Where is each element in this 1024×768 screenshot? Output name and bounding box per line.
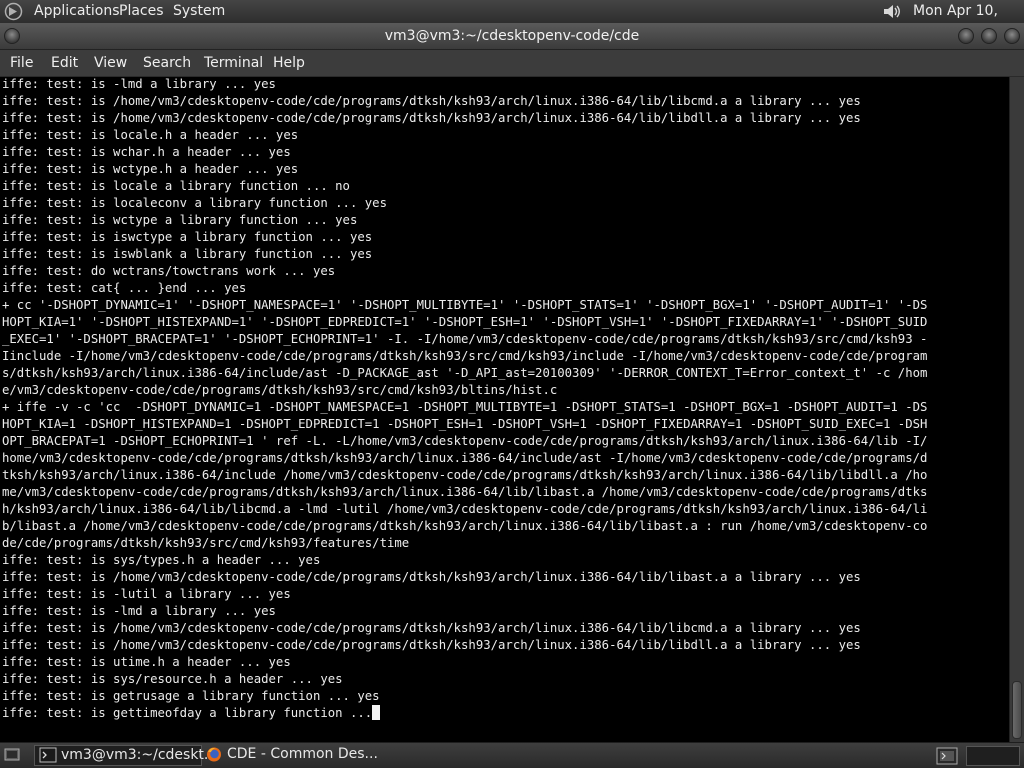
terminal-line: de/cde/programs/dtksh/ksh93/src/cmd/ksh9… [2, 536, 410, 550]
terminal-line: iffe: test: is iswblank a library functi… [2, 247, 373, 261]
terminal-line: iffe: test: is sys/types.h a header ... … [2, 553, 321, 567]
task-label: CDE - Common Des... [227, 746, 378, 762]
menu-help[interactable]: Help [273, 50, 305, 76]
task-label: vm3@vm3:~/cdeskt... [61, 747, 218, 763]
terminal-icon [39, 747, 57, 763]
terminal-line: iffe: test: is locale a library function… [2, 179, 350, 193]
window-titlebar[interactable]: vm3@vm3:~/cdesktopenv-code/cde [0, 23, 1024, 50]
terminal-line: iffe: test: do wctrans/towctrans work ..… [2, 264, 336, 278]
terminal-line: _EXEC=1' '-DSHOPT_BRACEPAT=1' '-DSHOPT_E… [2, 332, 928, 346]
close-icon[interactable] [1004, 28, 1020, 44]
scrollbar-thumb[interactable] [1012, 681, 1022, 739]
terminal-line: iffe: test: is -lutil a library ... yes [2, 587, 291, 601]
terminal-cursor [372, 705, 381, 720]
minimize-icon[interactable] [958, 28, 974, 44]
terminal-line: tksh/ksh93/arch/linux.i386-64/include /h… [2, 468, 928, 482]
window-title: vm3@vm3:~/cdesktopenv-code/cde [384, 28, 640, 44]
terminal-line: h/ksh93/arch/linux.i386-64/lib/libcmd.a … [2, 502, 928, 516]
terminal-line: iffe: test: is /home/vm3/cdesktopenv-cod… [2, 94, 861, 108]
places-menu[interactable]: Places [119, 2, 164, 21]
gnome-logo-icon[interactable] [4, 2, 23, 21]
terminal-line: s/dtksh/ksh93/arch/linux.i386-64/include… [2, 366, 928, 380]
menu-file[interactable]: File [10, 50, 33, 76]
terminal-line: b/libast.a /home/vm3/cdesktopenv-code/cd… [2, 519, 928, 533]
terminal-line: iffe: test: is /home/vm3/cdesktopenv-cod… [2, 621, 861, 635]
terminal-line: Iinclude -I/home/vm3/cdesktopenv-code/cd… [2, 349, 928, 363]
terminal-line: iffe: test: is -lmd a library ... yes [2, 77, 276, 91]
terminal-line: iffe: test: is utime.h a header ... yes [2, 655, 291, 669]
workspace-pager[interactable] [966, 746, 1020, 766]
menu-terminal[interactable]: Terminal [204, 50, 263, 76]
terminal-line: + cc '-DSHOPT_DYNAMIC=1' '-DSHOPT_NAMESP… [2, 298, 928, 312]
terminal-scrollbar[interactable] [1009, 77, 1024, 742]
terminal-line: me/vm3/cdesktopenv-code/cde/programs/dtk… [2, 485, 928, 499]
terminal-line: iffe: test: is -lmd a library ... yes [2, 604, 276, 618]
terminal-line: HOPT_KIA=1' '-DSHOPT_HISTEXPAND=1' '-DSH… [2, 315, 928, 329]
terminal-line: iffe: test: is wctype a library function… [2, 213, 358, 227]
terminal-line: HOPT_KIA=1 -DSHOPT_HISTEXPAND=1 -DSHOPT_… [2, 417, 928, 431]
menu-search[interactable]: Search [143, 50, 191, 76]
terminal-line: iffe: test: cat{ ... }end ... yes [2, 281, 247, 295]
terminal-line: iffe: test: is gettimeofday a library fu… [2, 705, 1007, 722]
terminal-line: iffe: test: is /home/vm3/cdesktopenv-cod… [2, 570, 861, 584]
bottom-taskbar: vm3@vm3:~/cdeskt... CDE - Common Des... [0, 742, 1024, 768]
workspace-switcher-icon[interactable] [936, 747, 958, 765]
terminal-output: iffe: test: is -lmd a library ... yes iff… [2, 77, 1007, 742]
terminal-line: iffe: test: is sys/resource.h a header .… [2, 672, 343, 686]
firefox-icon [207, 747, 221, 762]
system-menu[interactable]: System [173, 2, 225, 21]
volume-icon[interactable] [881, 2, 903, 21]
terminal-line: + iffe -v -c 'cc -DSHOPT_DYNAMIC=1 -DSHO… [2, 400, 928, 414]
show-desktop-icon[interactable] [4, 747, 20, 763]
terminal-area[interactable]: iffe: test: is -lmd a library ... yes iff… [0, 77, 1009, 742]
menu-edit[interactable]: Edit [51, 50, 78, 76]
terminal-line: iffe: test: is /home/vm3/cdesktopenv-cod… [2, 111, 861, 125]
applications-menu[interactable]: Applications [34, 2, 120, 21]
menu-view[interactable]: View [94, 50, 127, 76]
top-panel: Applications Places System Mon Apr 10, 2… [0, 0, 1024, 38]
terminal-line: iffe: test: is locale.h a header ... yes [2, 128, 299, 142]
task-terminal[interactable]: vm3@vm3:~/cdeskt... [34, 745, 217, 766]
terminal-line: iffe: test: is localeconv a library func… [2, 196, 387, 210]
terminal-line: OPT_BRACEPAT=1 -DSHOPT_ECHOPRINT=1 ' ref… [2, 434, 928, 448]
terminal-line: e/vm3/cdesktopenv-code/cde/programs/dtks… [2, 383, 558, 397]
terminal-line: iffe: test: is wchar.h a header ... yes [2, 145, 291, 159]
menubar: File Edit View Search Terminal Help [0, 50, 1024, 77]
terminal-line: iffe: test: is getrusage a library funct… [2, 689, 380, 703]
terminal-line: iffe: test: is /home/vm3/cdesktopenv-cod… [2, 638, 861, 652]
terminal-line: iffe: test: is wctype.h a header ... yes [2, 162, 299, 176]
task-browser[interactable]: CDE - Common Des... [201, 745, 401, 766]
terminal-line: iffe: test: is iswctype a library functi… [2, 230, 373, 244]
maximize-icon[interactable] [981, 28, 997, 44]
terminal-line: home/vm3/cdesktopenv-code/cde/programs/d… [2, 451, 928, 465]
